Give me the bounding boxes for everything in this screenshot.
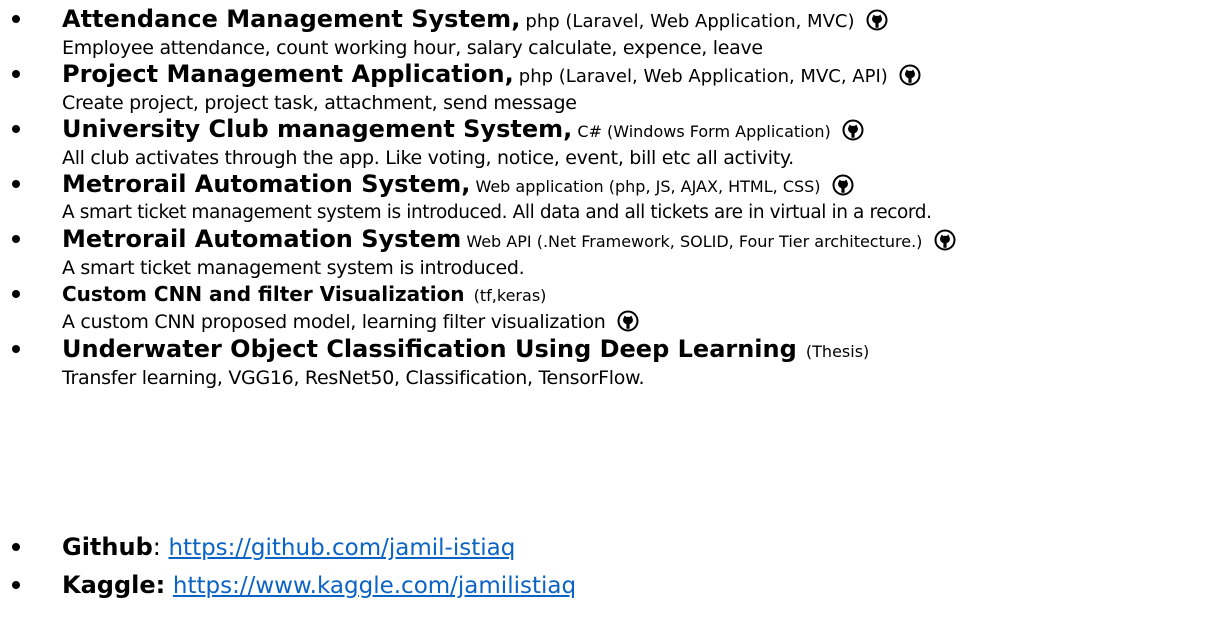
project-title: Attendance Management System, (62, 5, 521, 33)
project-description: A smart ticket management system is intr… (62, 202, 932, 223)
bullet-icon (12, 581, 20, 589)
github-label: Github (62, 533, 153, 561)
bullet-icon (12, 180, 20, 188)
bullet-icon (12, 235, 20, 243)
project-title: University Club management System, (62, 115, 573, 143)
project-title: Custom CNN and filter Visualization (62, 282, 465, 306)
github-icon[interactable] (842, 119, 864, 141)
kaggle-link[interactable]: https://www.kaggle.com/jamilistiaq (173, 573, 576, 599)
kaggle-label: Kaggle: (62, 571, 166, 599)
bullet-icon (12, 290, 20, 298)
github-link[interactable]: https://github.com/jamil-istiaq (168, 535, 515, 561)
project-item: Project Management Application, php (Lar… (0, 61, 921, 116)
project-title: Underwater Object Classification Using D… (62, 335, 797, 363)
project-tech: php (Laravel, Web Application, MVC, API) (518, 66, 888, 87)
project-description: A custom CNN proposed model, learning fi… (62, 311, 606, 333)
project-description: All club activates through the app. Like… (62, 147, 794, 169)
link-separator (165, 571, 173, 599)
project-tech: Web API (.Net Framework, SOLID, Four Tie… (466, 232, 923, 251)
project-description: Create project, project task, attachment… (62, 92, 577, 114)
link-separator: : (152, 533, 169, 561)
link-item: Github: https://github.com/jamil-istiaq (0, 533, 515, 562)
project-tech: C# (Windows Form Application) (577, 122, 831, 141)
project-title: Metrorail Automation System, (62, 170, 471, 198)
project-item: Attendance Management System, php (Larav… (0, 6, 888, 61)
project-title: Project Management Application, (62, 60, 514, 88)
project-tech: (Thesis) (805, 342, 870, 361)
project-item: Metrorail Automation System Web API (.Ne… (0, 226, 956, 281)
bullet-icon (12, 345, 20, 353)
project-tech: (tf,keras) (473, 286, 547, 305)
github-icon[interactable] (617, 310, 639, 332)
project-item: Underwater Object Classification Using D… (0, 336, 869, 391)
github-icon[interactable] (934, 229, 956, 251)
project-item: University Club management System, C# (W… (0, 116, 864, 171)
project-description: Transfer learning, VGG16, ResNet50, Clas… (62, 367, 645, 389)
bullet-icon (12, 15, 20, 23)
bullet-icon (12, 543, 20, 551)
github-icon[interactable] (866, 9, 888, 31)
project-title: Metrorail Automation System (62, 225, 462, 253)
project-item: Metrorail Automation System, Web applica… (0, 171, 932, 226)
link-item: Kaggle: https://www.kaggle.com/jamilisti… (0, 571, 576, 600)
project-tech: Web application (php, JS, AJAX, HTML, CS… (475, 177, 821, 196)
project-tech: php (Laravel, Web Application, MVC) (525, 11, 855, 32)
bullet-icon (12, 70, 20, 78)
github-icon[interactable] (899, 64, 921, 86)
project-description: A smart ticket management system is intr… (62, 257, 525, 279)
github-icon[interactable] (832, 174, 854, 196)
project-item: Custom CNN and filter Visualization (tf,… (0, 281, 639, 335)
project-description: Employee attendance, count working hour,… (62, 37, 763, 59)
bullet-icon (12, 125, 20, 133)
